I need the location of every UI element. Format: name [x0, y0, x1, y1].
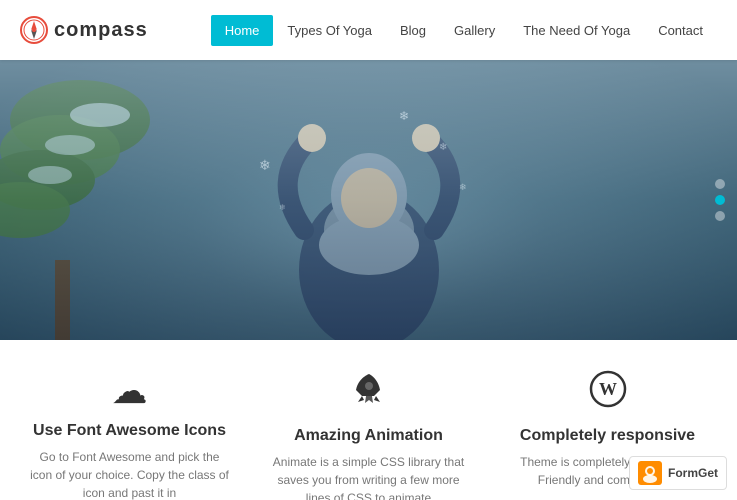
formget-logo-icon [638, 461, 662, 485]
main-nav: Home Types Of Yoga Blog Gallery The Need… [211, 15, 717, 46]
hero-dot-1[interactable] [715, 179, 725, 189]
hero-dots [715, 179, 725, 221]
logo-text: compass [54, 19, 148, 42]
logo[interactable]: compass [20, 16, 148, 44]
nav-item-contact[interactable]: Contact [644, 15, 717, 46]
hero-image: ❄ ❄ ❄ ❄ ❄ [0, 60, 737, 340]
hero-section: ❄ ❄ ❄ ❄ ❄ [0, 60, 737, 340]
nav-item-gallery[interactable]: Gallery [440, 15, 509, 46]
nav-item-need-of-yoga[interactable]: The Need Of Yoga [509, 15, 644, 46]
svg-text:❄: ❄ [459, 182, 467, 192]
svg-text:❄: ❄ [399, 109, 409, 123]
svg-text:❄: ❄ [259, 157, 271, 173]
features-section: ☁ Use Font Awesome Icons Go to Font Awes… [0, 340, 737, 500]
header: compass Home Types Of Yoga Blog Gallery … [0, 0, 737, 60]
nav-item-types-of-yoga[interactable]: Types Of Yoga [273, 15, 386, 46]
feature-desc-2: Animate is a simple CSS library that sav… [269, 453, 468, 500]
feature-title-1: Use Font Awesome Icons [33, 422, 226, 440]
hero-dot-2[interactable] [715, 195, 725, 205]
compass-logo-icon [20, 16, 48, 44]
svg-text:W: W [599, 379, 617, 399]
child-svg: ❄ ❄ ❄ ❄ ❄ [219, 90, 519, 340]
cloud-icon: ☁ [112, 370, 148, 412]
feature-title-2: Amazing Animation [294, 427, 443, 445]
formget-label: FormGet [668, 466, 718, 480]
page-wrapper: compass Home Types Of Yoga Blog Gallery … [0, 0, 737, 500]
svg-text:❄: ❄ [279, 203, 286, 212]
rocket-icon [350, 370, 388, 417]
wordpress-icon: W [589, 370, 627, 417]
feature-animation: Amazing Animation Animate is a simple CS… [249, 360, 488, 500]
formget-badge[interactable]: FormGet [629, 456, 727, 490]
hero-dot-3[interactable] [715, 211, 725, 221]
nav-item-home[interactable]: Home [211, 15, 274, 46]
feature-title-3: Completely responsive [520, 427, 695, 445]
svg-text:❄: ❄ [439, 142, 447, 153]
feature-desc-1: Go to Font Awesome and pick the icon of … [30, 448, 229, 500]
nav-item-blog[interactable]: Blog [386, 15, 440, 46]
feature-icons: ☁ Use Font Awesome Icons Go to Font Awes… [10, 360, 249, 500]
